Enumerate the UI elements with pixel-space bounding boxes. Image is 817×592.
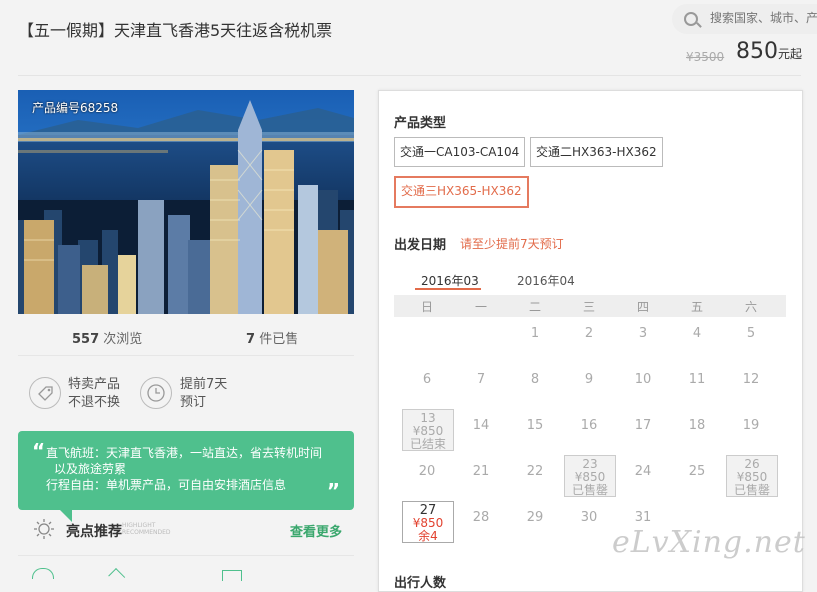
- calendar-day-25[interactable]: 25: [670, 464, 724, 479]
- current-price: 850元起: [736, 39, 802, 64]
- month-tab-march[interactable]: 2016年03: [421, 272, 479, 289]
- watermark: eLvXing.net: [612, 525, 806, 560]
- highlight-box: “ 直飞航班：天津直飞香港，一站直达，省去转机时间 以及旅途劳累 行程自由：单机…: [18, 431, 354, 522]
- calendar-day-13[interactable]: 13 ¥850 已结束: [402, 409, 454, 451]
- calendar-day-11[interactable]: 11: [670, 372, 724, 387]
- calendar-day-24[interactable]: 24: [616, 464, 670, 479]
- search-box[interactable]: [672, 4, 817, 34]
- recommend-en-line1: HIGHLIGHT: [122, 522, 156, 529]
- feature-advance-line2: 预订: [180, 395, 207, 410]
- calendar-day-16[interactable]: 16: [562, 418, 616, 433]
- weekday-tue: 二: [528, 300, 541, 314]
- weekday-wed: 三: [582, 300, 595, 314]
- sun-icon: [33, 518, 55, 544]
- share-icon[interactable]: [108, 568, 126, 585]
- calendar-day-29[interactable]: 29: [508, 510, 562, 525]
- calendar-day-4[interactable]: 4: [670, 326, 724, 341]
- see-more-link[interactable]: 查看更多: [290, 521, 342, 540]
- calendar-day-1[interactable]: 1: [508, 326, 562, 341]
- calendar-day-21[interactable]: 21: [454, 464, 508, 479]
- calendar-day-22[interactable]: 22: [508, 464, 562, 479]
- weekday-sat: 六: [744, 300, 757, 314]
- transport-option-1[interactable]: 交通一CA103-CA104: [394, 137, 526, 167]
- calendar-day-28[interactable]: 28: [454, 510, 508, 525]
- calendar-day-9[interactable]: 9: [562, 372, 616, 387]
- calendar-day-14[interactable]: 14: [454, 418, 508, 433]
- edit-icon[interactable]: [222, 570, 242, 581]
- calendar-day-15[interactable]: 15: [508, 418, 562, 433]
- weekday-mon: 一: [474, 300, 487, 314]
- highlight-line: 行程自由：单机票产品，可自由安排酒店信息: [46, 478, 287, 492]
- weekday-thu: 四: [636, 300, 649, 314]
- transport-option-3[interactable]: 交通三HX365-HX362: [394, 176, 529, 208]
- day-status: 已售罄: [571, 483, 608, 497]
- weekday-header: 日 一 二 三 四 五 六: [394, 295, 786, 317]
- views-stat: 557 次浏览: [72, 328, 142, 347]
- feature-special-line1: 特卖产品: [68, 377, 121, 392]
- tag-icon: [29, 377, 61, 409]
- calendar-day-30[interactable]: 30: [562, 510, 616, 525]
- page-title: 【五一假期】天津直飞香港5天往返含税机票: [18, 21, 333, 40]
- departure-date-label: 出发日期: [394, 238, 447, 253]
- calendar-day-19[interactable]: 19: [724, 418, 778, 433]
- calendar-day-10[interactable]: 10: [616, 372, 670, 387]
- open-quote-icon: “: [32, 439, 46, 463]
- original-price: ¥3500: [686, 50, 725, 64]
- day-status: 已结束: [409, 437, 446, 451]
- calendar-day-8[interactable]: 8: [508, 372, 562, 387]
- clock-icon: [140, 377, 172, 409]
- stats-divider: [18, 355, 354, 356]
- search-icon: [684, 12, 698, 26]
- views-count: 557: [72, 332, 100, 347]
- calendar-day-18[interactable]: 18: [670, 418, 724, 433]
- heart-icon[interactable]: [32, 568, 54, 579]
- highlight-line: 直飞航班：天津直飞香港，一站直达，省去转机时间: [46, 446, 323, 460]
- month-tab-april[interactable]: 2016年04: [517, 272, 575, 289]
- feature-advance: 提前7天 预订: [180, 376, 227, 412]
- highlight-text: 直飞航班：天津直飞香港，一站直达，省去转机时间 以及旅途劳累 行程自由：单机票产…: [46, 445, 346, 493]
- close-quote-icon: ”: [326, 479, 340, 503]
- sold-count: 7: [246, 332, 256, 347]
- weekday-fri: 五: [690, 300, 703, 314]
- day-status: 余4: [418, 529, 438, 543]
- calendar-day-17[interactable]: 17: [616, 418, 670, 433]
- calendar-day-3[interactable]: 3: [616, 326, 670, 341]
- search-input[interactable]: [708, 10, 817, 26]
- calendar-day-12[interactable]: 12: [724, 372, 778, 387]
- month-tab-underline: [415, 288, 481, 290]
- sold-label: 件已售: [259, 332, 299, 347]
- calendar-day-23[interactable]: 23 ¥850 已售罄: [564, 455, 616, 497]
- transport-option-2[interactable]: 交通二HX363-HX362: [530, 137, 663, 167]
- recommend-divider: [18, 555, 354, 556]
- calendar-day-5[interactable]: 5: [724, 326, 778, 341]
- sold-stat: 7 件已售: [246, 328, 298, 347]
- traveler-count-label: 出行人数: [394, 576, 447, 591]
- weekday-sun: 日: [420, 300, 433, 314]
- product-type-label: 产品类型: [394, 116, 447, 131]
- feature-advance-line1: 提前7天: [180, 377, 228, 392]
- calendar-day-20[interactable]: 20: [400, 464, 454, 479]
- views-label: 次浏览: [103, 332, 143, 347]
- advance-booking-tip: 请至少提前7天预订: [460, 237, 564, 251]
- product-code: 产品编号68258: [32, 101, 119, 115]
- feature-special: 特卖产品 不退不换: [68, 376, 120, 412]
- product-photo[interactable]: [18, 90, 354, 314]
- calendar-day-6[interactable]: 6: [400, 372, 454, 387]
- feature-special-line2: 不退不换: [68, 395, 121, 410]
- recommend-title-en: HIGHLIGHT RECOMMENDED: [122, 522, 171, 536]
- recommend-title: 亮点推荐: [66, 524, 122, 540]
- calendar-day-2[interactable]: 2: [562, 326, 616, 341]
- day-status: 已售罄: [733, 483, 770, 497]
- price-value: 850: [736, 39, 778, 64]
- recommend-en-line2: RECOMMENDED: [122, 529, 171, 536]
- calendar-grid: 1 2 3 4 5 6 7 8 9 10 11 12 13 ¥850 已结束 14 15 16 17 18 19 20 21…: [394, 317, 786, 557]
- price-suffix: 元起: [778, 47, 803, 61]
- highlight-line: 以及旅途劳累: [54, 462, 127, 476]
- calendar-day-26[interactable]: 26 ¥850 已售罄: [726, 455, 778, 497]
- header-divider: [18, 75, 801, 76]
- calendar-day-27[interactable]: 27 ¥850 余4: [402, 501, 454, 543]
- calendar-day-31[interactable]: 31: [616, 510, 670, 525]
- calendar-day-7[interactable]: 7: [454, 372, 508, 387]
